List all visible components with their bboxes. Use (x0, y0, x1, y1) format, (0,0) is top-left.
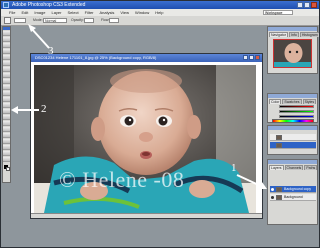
arrow-3 (30, 27, 50, 49)
annotation-arrows (11, 24, 267, 189)
arrow-2-head (11, 106, 18, 114)
photoshop-window: Adobe Photoshop CS3 Extended File Edit I… (0, 0, 320, 248)
annotation-label-2: 2 (41, 103, 47, 115)
annotation-label-3: 3 (48, 45, 54, 57)
arrow-1 (236, 174, 264, 188)
annotation-label-1: 1 (231, 162, 237, 174)
